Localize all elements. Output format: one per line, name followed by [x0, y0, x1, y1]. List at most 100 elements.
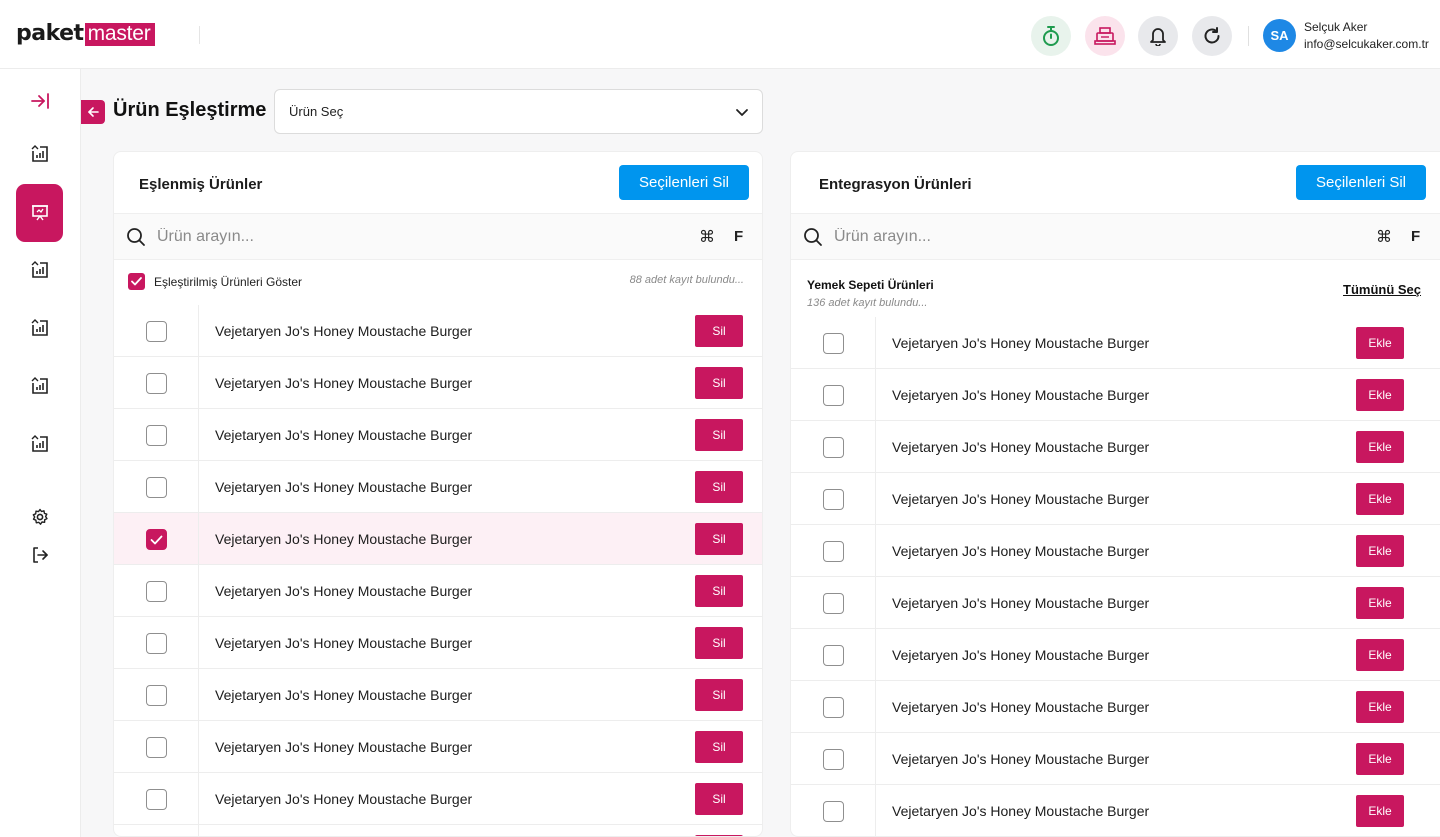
add-button[interactable]: Ekle: [1356, 431, 1404, 463]
add-button[interactable]: Ekle: [1356, 327, 1404, 359]
table-row[interactable]: Vejetaryen Jo's Honey Moustache BurgerSi…: [114, 825, 762, 836]
checkbox[interactable]: [823, 645, 844, 666]
table-row[interactable]: Vejetaryen Jo's Honey Moustache Burger Ek…: [791, 473, 1440, 525]
notifications-button[interactable]: [1138, 16, 1178, 56]
report-icon: [31, 144, 48, 162]
check-icon: [131, 277, 142, 286]
checkbox-cell: [791, 733, 876, 785]
checkbox[interactable]: [823, 385, 844, 406]
checkbox[interactable]: [823, 489, 844, 510]
checkbox[interactable]: [146, 425, 167, 446]
sidebar-item-reports-1[interactable]: [16, 130, 63, 177]
product-select-value: Ürün Seç: [289, 104, 344, 119]
delete-button[interactable]: Sil: [695, 731, 743, 763]
delete-button[interactable]: Sil: [695, 575, 743, 607]
refresh-button[interactable]: [1192, 16, 1232, 56]
checkbox-checked[interactable]: [128, 273, 145, 290]
delete-button[interactable]: Sil: [695, 471, 743, 503]
table-row[interactable]: Vejetaryen Jo's Honey Moustache Burger Ek…: [791, 733, 1440, 785]
sidebar-item-reports-4[interactable]: [16, 362, 63, 409]
sidebar-collapse-button[interactable]: [16, 77, 63, 124]
table-row[interactable]: Vejetaryen Jo's Honey Moustache Burger Si…: [114, 773, 762, 825]
delete-button[interactable]: Sil: [695, 783, 743, 815]
delete-button[interactable]: Sil: [695, 315, 743, 347]
logo[interactable]: paket master: [16, 22, 155, 46]
table-row[interactable]: Vejetaryen Jo's Honey Moustache Burger Ek…: [791, 785, 1440, 836]
report-icon: [31, 318, 48, 336]
add-button[interactable]: Ekle: [1356, 483, 1404, 515]
checkbox[interactable]: [823, 437, 844, 458]
add-button[interactable]: Ekle: [1356, 639, 1404, 671]
checkbox[interactable]: [146, 321, 167, 342]
select-all-link[interactable]: Tümünü Seç: [1343, 282, 1421, 297]
table-row[interactable]: Vejetaryen Jo's Honey Moustache BurgerSi…: [114, 721, 762, 773]
back-button[interactable]: [81, 100, 105, 124]
search-input[interactable]: [834, 225, 1334, 249]
table-row[interactable]: Vejetaryen Jo's Honey Moustache Burger Ek…: [791, 577, 1440, 629]
delete-button[interactable]: Sil: [695, 367, 743, 399]
sidebar-item-reports-3[interactable]: [16, 304, 63, 351]
checkbox-checked[interactable]: [146, 529, 167, 550]
table-row[interactable]: Vejetaryen Jo's Honey Moustache BurgerSi…: [114, 513, 762, 565]
delete-selected-button[interactable]: Seçilenleri Sil: [1296, 165, 1426, 200]
checkbox[interactable]: [823, 697, 844, 718]
filter-label: Eşleştirilmiş Ürünleri Göster: [154, 274, 303, 289]
checkbox-cell: [114, 773, 199, 825]
sidebar-item-reports-2[interactable]: [16, 246, 63, 293]
show-matched-filter[interactable]: Eşleştirilmiş Ürünleri Göster: [128, 273, 302, 290]
checkbox[interactable]: [146, 685, 167, 706]
checkbox[interactable]: [823, 801, 844, 822]
add-button[interactable]: Ekle: [1356, 379, 1404, 411]
add-button[interactable]: Ekle: [1356, 743, 1404, 775]
checkbox[interactable]: [823, 593, 844, 614]
search-icon: [127, 228, 145, 246]
checkbox[interactable]: [146, 737, 167, 758]
table-row[interactable]: Vejetaryen Jo's Honey Moustache BurgerSi…: [114, 461, 762, 513]
table-row[interactable]: Vejetaryen Jo's Honey Moustache BurgerSi…: [114, 357, 762, 409]
delete-button[interactable]: Sil: [695, 419, 743, 451]
avatar[interactable]: SA: [1263, 19, 1296, 52]
sidebar-item-logout[interactable]: [16, 531, 63, 578]
table-row[interactable]: Vejetaryen Jo's Honey Moustache Burger Ek…: [791, 681, 1440, 733]
search-input[interactable]: [157, 225, 657, 249]
checkbox[interactable]: [146, 581, 167, 602]
table-row[interactable]: Vejetaryen Jo's Honey Moustache BurgerSi…: [114, 305, 762, 357]
checkbox[interactable]: [146, 789, 167, 810]
checkbox-cell: [114, 825, 199, 836]
checkbox-cell: [791, 369, 876, 421]
stopwatch-button[interactable]: [1031, 16, 1071, 56]
delete-button[interactable]: Sil: [695, 679, 743, 711]
checkbox-cell: [791, 525, 876, 577]
table-row[interactable]: Vejetaryen Jo's Honey Moustache Burger Ek…: [791, 369, 1440, 421]
add-button[interactable]: Ekle: [1356, 587, 1404, 619]
bell-icon: [1150, 28, 1166, 46]
table-row[interactable]: Vejetaryen Jo's Honey Moustache BurgerSi…: [114, 617, 762, 669]
table-row[interactable]: Vejetaryen Jo's Honey Moustache BurgerSi…: [114, 409, 762, 461]
checkbox[interactable]: [823, 541, 844, 562]
table-row[interactable]: Vejetaryen Jo's Honey Moustache BurgerSi…: [114, 669, 762, 721]
sidebar-item-reports-5[interactable]: [16, 420, 63, 467]
sidebar-item-product-matching[interactable]: [16, 184, 63, 242]
add-button[interactable]: Ekle: [1356, 795, 1404, 827]
checkbox[interactable]: [146, 373, 167, 394]
add-button[interactable]: Ekle: [1356, 535, 1404, 567]
checkbox[interactable]: [823, 333, 844, 354]
delete-selected-button[interactable]: Seçilenleri Sil: [619, 165, 749, 200]
table-row[interactable]: Vejetaryen Jo's Honey Moustache Burger Ek…: [791, 525, 1440, 577]
table-row[interactable]: Vejetaryen Jo's Honey Moustache Burger Ek…: [791, 629, 1440, 681]
checkbox[interactable]: [146, 633, 167, 654]
delete-button[interactable]: Sil: [695, 523, 743, 555]
cash-register-button[interactable]: [1085, 16, 1125, 56]
checkbox-cell: [114, 461, 199, 513]
product-name: Vejetaryen Jo's Honey Moustache Burger: [892, 491, 1150, 507]
checkbox[interactable]: [146, 477, 167, 498]
product-name: Vejetaryen Jo's Honey Moustache Burger: [215, 791, 473, 807]
add-button[interactable]: Ekle: [1356, 691, 1404, 723]
checkbox[interactable]: [823, 749, 844, 770]
table-row[interactable]: Vejetaryen Jo's Honey Moustache Burger Ek…: [791, 421, 1440, 473]
collapse-icon: [30, 92, 49, 109]
table-row[interactable]: Vejetaryen Jo's Honey Moustache BurgerSi…: [114, 565, 762, 617]
table-row[interactable]: Vejetaryen Jo's Honey Moustache Burger Ek…: [791, 317, 1440, 369]
delete-button[interactable]: Sil: [695, 627, 743, 659]
product-select[interactable]: Ürün Seç: [274, 89, 763, 134]
